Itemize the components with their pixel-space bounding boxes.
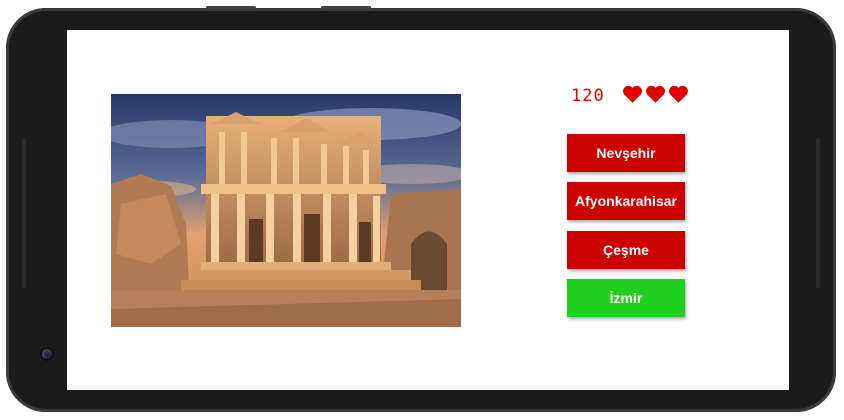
question-photo [111, 94, 461, 327]
game-screen: 120 Nevşehir Afyonkarahisar Çeşme İzmir [67, 30, 789, 390]
answer-button-2[interactable]: Afyonkarahisar [567, 182, 685, 220]
heart-icon [646, 85, 665, 103]
front-camera-icon [42, 349, 52, 359]
answer-button-1[interactable]: Nevşehir [567, 134, 685, 172]
score-counter: 120 [571, 86, 605, 106]
speaker-grille-left [22, 138, 26, 288]
answer-button-4[interactable]: İzmir [567, 279, 685, 317]
heart-icon [623, 85, 642, 103]
answer-button-3[interactable]: Çeşme [567, 231, 685, 269]
volume-button [206, 6, 256, 9]
heart-icon [669, 85, 688, 103]
lives-indicator [622, 84, 689, 104]
power-button [321, 6, 371, 9]
speaker-grille-right [816, 138, 820, 288]
